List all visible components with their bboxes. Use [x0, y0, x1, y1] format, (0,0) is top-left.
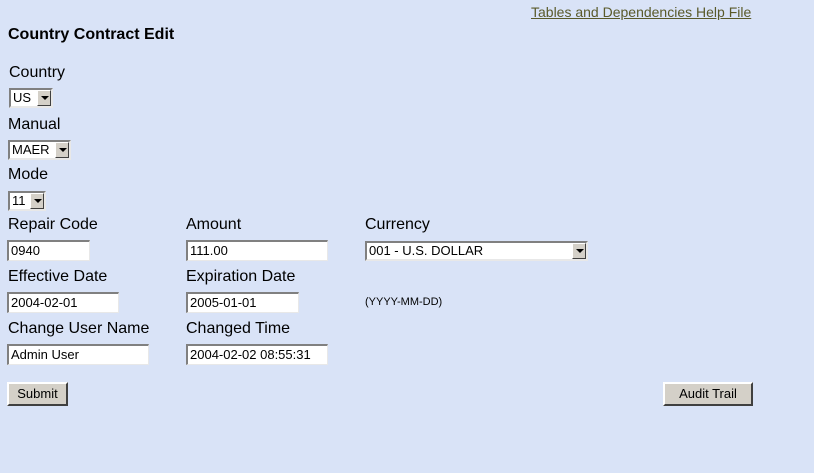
submit-button[interactable]: Submit	[7, 382, 68, 406]
expiration-date-input[interactable]: 2005-01-01	[186, 292, 299, 313]
currency-select-value: 001 - U.S. DOLLAR	[369, 243, 484, 258]
changed-time-label: Changed Time	[186, 320, 291, 337]
page-title: Country Contract Edit	[8, 26, 175, 43]
change-user-label: Change User Name	[8, 320, 150, 337]
manual-select[interactable]: MAER	[8, 140, 71, 160]
mode-label: Mode	[8, 166, 49, 183]
chevron-down-icon	[572, 243, 586, 259]
change-user-input[interactable]: Admin User	[7, 344, 149, 365]
currency-select[interactable]: 001 - U.S. DOLLAR	[365, 241, 588, 261]
chevron-down-icon	[55, 142, 69, 158]
help-file-link[interactable]: Tables and Dependencies Help File	[531, 4, 751, 20]
chevron-down-icon	[30, 193, 44, 209]
date-format-hint: (YYYY-MM-DD)	[365, 296, 443, 308]
manual-select-value: MAER	[12, 142, 50, 157]
mode-select[interactable]: 11	[8, 191, 46, 211]
currency-label: Currency	[365, 216, 430, 233]
repair-code-label: Repair Code	[8, 216, 98, 233]
amount-label: Amount	[186, 216, 242, 233]
chevron-down-icon	[37, 90, 51, 106]
expiration-date-label: Expiration Date	[186, 268, 296, 285]
changed-time-input[interactable]: 2004-02-02 08:55:31	[186, 344, 328, 365]
effective-date-label: Effective Date	[8, 268, 108, 285]
country-select-value: US	[13, 90, 32, 105]
amount-input[interactable]: 111.00	[186, 240, 328, 261]
effective-date-input[interactable]: 2004-02-01	[7, 292, 119, 313]
repair-code-input[interactable]: 0940	[7, 240, 90, 261]
country-label: Country	[9, 64, 66, 81]
mode-select-value: 11	[12, 193, 26, 208]
audit-trail-button[interactable]: Audit Trail	[663, 382, 753, 406]
country-select[interactable]: US	[9, 88, 53, 108]
manual-label: Manual	[8, 116, 61, 133]
